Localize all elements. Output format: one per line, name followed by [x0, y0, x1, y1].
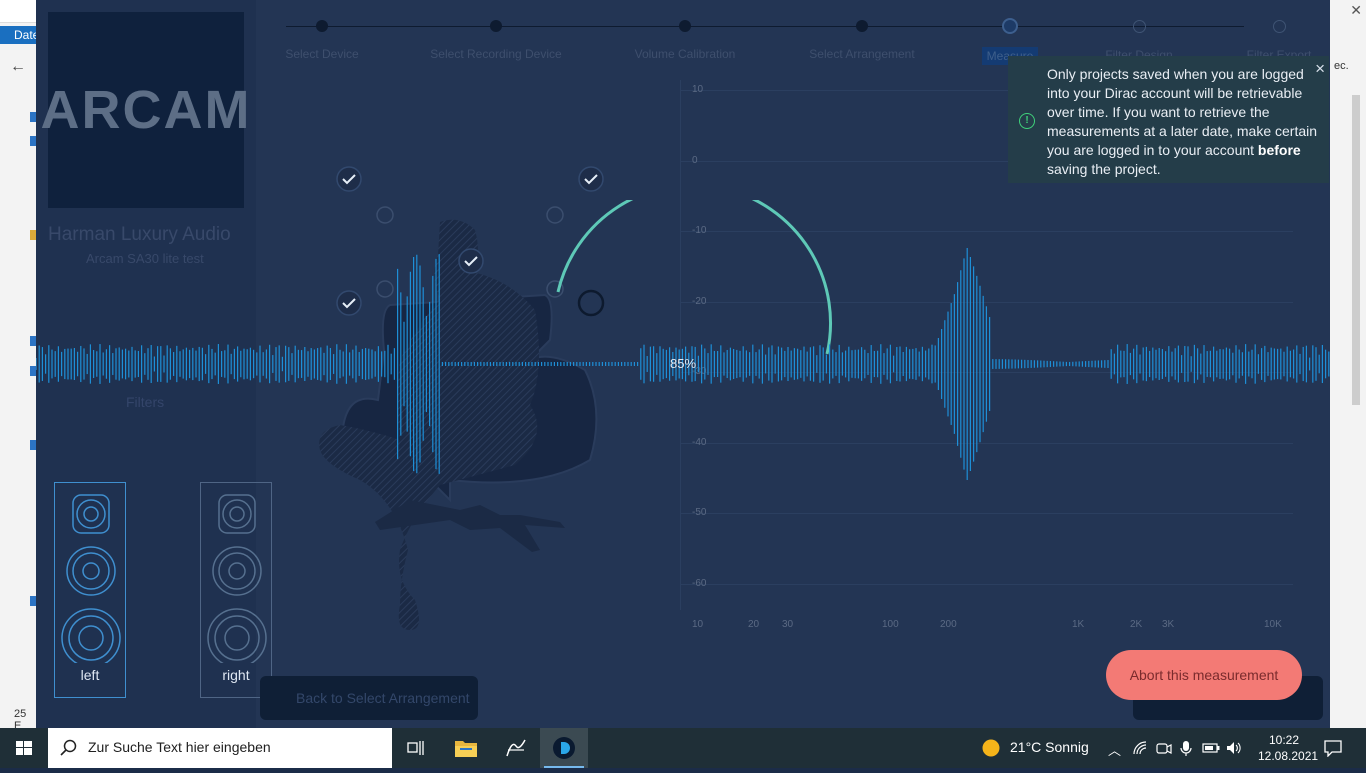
step-label: Select Recording Device: [430, 47, 562, 61]
wifi-icon[interactable]: [1132, 740, 1148, 756]
folder-icon: [455, 741, 477, 757]
chart-gridline: [680, 583, 1293, 585]
chart-x-tick: 2K: [1130, 619, 1143, 630]
system-clock[interactable]: 10:22 12.08.2021: [1258, 732, 1319, 764]
chart-x-tick: 20: [748, 619, 760, 630]
step-label: Select Device: [285, 47, 359, 61]
step-dot: [679, 20, 691, 32]
chart-x-tick: 3K: [1162, 619, 1175, 630]
search-icon: [60, 739, 77, 756]
chart-x-tick: 1K: [1072, 619, 1085, 630]
chart-x-tick: 200: [940, 619, 957, 630]
weather-description: Sonnig: [1045, 739, 1089, 755]
sun-weather-icon: [982, 739, 1000, 757]
weather-temperature: 21°C: [1010, 739, 1042, 755]
step-dot: [856, 20, 868, 32]
alert-circle-icon: !: [1019, 113, 1035, 129]
dirac-live-taskbar[interactable]: [540, 728, 588, 768]
close-icon[interactable]: ×: [1315, 59, 1325, 79]
device-logo: ARCAM: [41, 12, 250, 208]
taskbar-search-box[interactable]: Zur Suche Text hier eingeben: [48, 728, 392, 768]
step-label: Select Arrangement: [809, 47, 915, 61]
battery-icon[interactable]: [1202, 742, 1220, 754]
chart-y-tick: -50: [692, 507, 707, 518]
speaker-left-label: left: [80, 667, 100, 683]
back-arrow-icon[interactable]: ←: [10, 58, 26, 76]
clock-time: 10:22: [1268, 733, 1300, 747]
chevron-up-icon[interactable]: ︿: [1108, 740, 1121, 759]
weather-widget[interactable]: 21°C Sonnig: [1010, 739, 1089, 755]
step-dot: [1132, 20, 1146, 33]
windows-start-button[interactable]: [0, 728, 48, 768]
progress-percentage: 85%: [670, 356, 697, 371]
notification-text-part2: saving the project.: [1047, 161, 1161, 177]
clock-date: 12.08.2021: [1258, 749, 1319, 763]
dirac-logo-icon: [553, 737, 575, 759]
step-label: Volume Calibration: [634, 47, 736, 61]
chart-x-tick: 30: [782, 619, 794, 630]
notification-text: Only projects saved when you are logged …: [1047, 65, 1319, 179]
step-dot: [316, 20, 328, 32]
explorer-menu-date[interactable]: Date: [0, 26, 39, 44]
background-window-right-edge: ✕ ec.: [1330, 0, 1366, 728]
step-dot: [1272, 20, 1286, 33]
chart-x-tick: 10K: [1264, 619, 1282, 630]
chart-y-tick: 0: [692, 154, 698, 166]
search-placeholder: Zur Suche Text hier eingeben: [88, 739, 271, 755]
step-select-device[interactable]: Select Device: [242, 20, 402, 61]
notification-center-icon[interactable]: [1324, 739, 1342, 757]
chart-x-tick: 10: [692, 619, 704, 630]
scrollbar[interactable]: [1352, 95, 1360, 405]
chart-x-tick: 100: [882, 619, 899, 630]
file-explorer-taskbar[interactable]: [442, 728, 490, 768]
step-volume-calibration[interactable]: Volume Calibration: [605, 20, 765, 61]
back-to-select-arrangement-button[interactable]: Back to Select Arrangement: [260, 676, 478, 720]
camera-icon[interactable]: [1156, 740, 1172, 756]
abort-measurement-button[interactable]: Abort this measurement: [1106, 650, 1302, 700]
windows-logo-icon: [16, 741, 32, 755]
chart-y-tick: -60: [692, 577, 707, 589]
notification-text-bold: before: [1257, 142, 1301, 158]
task-view-icon: [407, 741, 424, 755]
speaker-icon: [207, 494, 267, 668]
pen-icon: [506, 739, 526, 757]
chart-y-tick: 10: [692, 84, 704, 95]
logo-text: ARCAM: [40, 80, 252, 140]
microphone-icon[interactable]: [1180, 740, 1192, 756]
login-notification: ! Only projects saved when you are logge…: [1008, 56, 1329, 183]
chart-gridline: [680, 513, 1293, 514]
explorer-titlebar: [0, 0, 36, 23]
pen-app-taskbar[interactable]: [492, 728, 540, 768]
speaker-left[interactable]: left: [54, 482, 126, 698]
close-icon[interactable]: ✕: [1350, 2, 1362, 19]
speaker-volume-icon[interactable]: [1226, 740, 1242, 756]
speaker-right[interactable]: right: [200, 482, 272, 698]
taskbar: Zur Suche Text hier eingeben 21°C Sonnig…: [0, 728, 1366, 768]
step-dot: [490, 20, 502, 32]
step-select-arrangement[interactable]: Select Arrangement: [782, 20, 942, 61]
speaker-icon: [61, 494, 121, 668]
step-select-recording-device[interactable]: Select Recording Device: [416, 20, 576, 61]
task-view-button[interactable]: [392, 728, 440, 768]
background-explorer-window: Date ← 25 E: [0, 0, 39, 732]
step-dot-active: [1002, 18, 1018, 34]
